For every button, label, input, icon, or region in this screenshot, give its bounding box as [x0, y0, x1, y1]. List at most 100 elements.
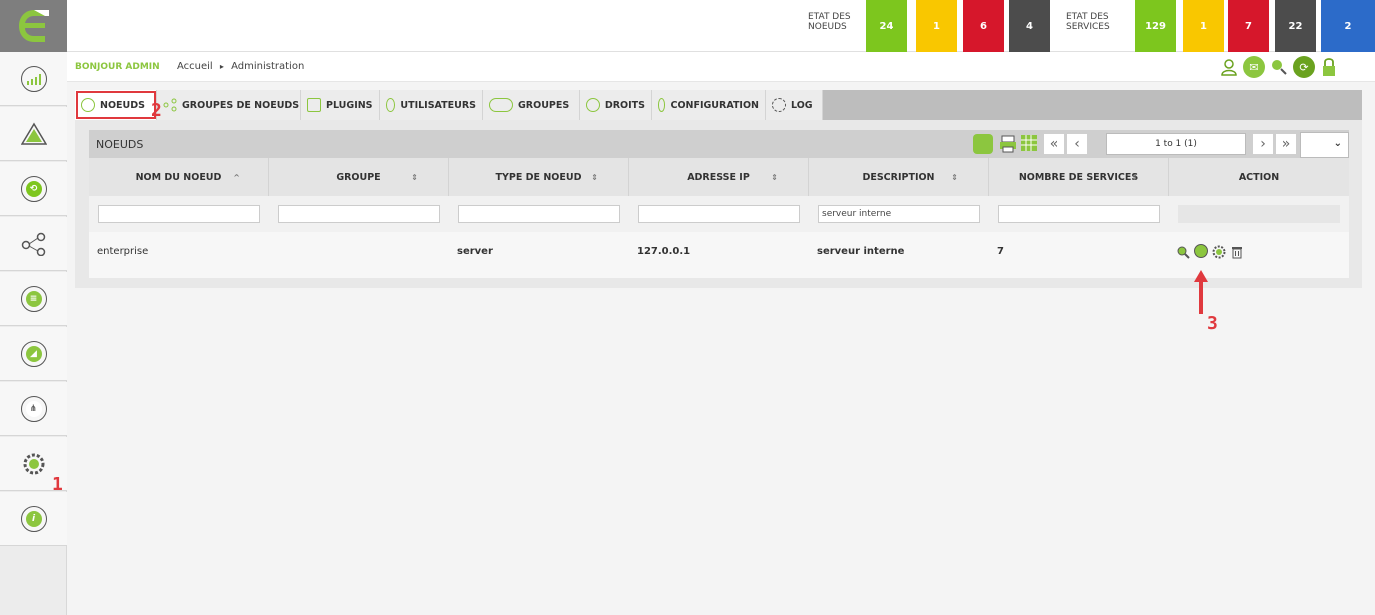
filter-ip-input[interactable] — [638, 205, 800, 223]
user-profile-icon[interactable] — [1218, 56, 1240, 78]
sidebar-item-network[interactable] — [0, 217, 67, 271]
chevron-down-icon: ⌄ — [1333, 138, 1342, 149]
node-settings-icon[interactable] — [1212, 244, 1226, 259]
mail-icon[interactable]: ✉ — [1243, 56, 1265, 78]
log-icon — [772, 98, 786, 112]
column-header-group[interactable]: GROUPE ⇕ — [269, 158, 449, 196]
nodes-panel: NOEUDS « ‹ 1 to 1 (1) › » ⌄ NOM DU NOEUD… — [75, 120, 1362, 288]
services-ok-count[interactable]: 129 — [1135, 0, 1176, 52]
services-warning-count[interactable]: 1 — [1183, 0, 1224, 52]
sidebar-item-alerts[interactable] — [0, 107, 67, 161]
search-icon[interactable] — [1268, 56, 1290, 78]
print-icon[interactable] — [998, 134, 1018, 154]
breadcrumb-home[interactable]: Accueil — [177, 61, 213, 72]
column-header-description[interactable]: DESCRIPTION ⇕ — [809, 158, 989, 196]
nodes-ok-count[interactable]: 24 — [866, 0, 907, 52]
tab-log[interactable]: LOG — [766, 90, 823, 120]
tab-groupes-de-noeuds[interactable]: GROUPES DE NOEUDS — [157, 90, 301, 120]
node-icon — [81, 98, 95, 112]
table-title: NOEUDS — [96, 138, 144, 151]
first-page-icon[interactable]: « — [1044, 134, 1064, 154]
tab-utilisateurs[interactable]: UTILISATEURS — [380, 90, 483, 120]
info-icon: i — [20, 505, 47, 532]
report-icon: ≡ — [20, 285, 47, 312]
prev-page-icon[interactable]: ‹ — [1067, 134, 1087, 154]
breadcrumb: Accueil ▸ Administration — [177, 61, 304, 72]
history-icon: ⟲ — [20, 175, 47, 202]
cell-name: enterprise — [97, 246, 149, 257]
filter-row: serveur interne — [89, 196, 1349, 232]
filter-type-input[interactable] — [458, 205, 620, 223]
cell-ip: 127.0.0.1 — [637, 246, 691, 257]
sidebar-item-reports[interactable]: ≡ — [0, 272, 67, 326]
column-header-name[interactable]: NOM DU NOEUD ^ — [89, 158, 269, 196]
edit-node-icon[interactable] — [1194, 244, 1208, 258]
view-node-icon[interactable] — [1176, 244, 1190, 259]
services-pending-count[interactable]: 2 — [1321, 0, 1375, 52]
services-critical-count[interactable]: 7 — [1228, 0, 1269, 52]
sidebar-item-info[interactable]: i — [0, 492, 67, 546]
tab-groupes[interactable]: GROUPES — [483, 90, 580, 120]
next-page-icon[interactable]: › — [1253, 134, 1273, 154]
services-unknown-count[interactable]: 22 — [1275, 0, 1316, 52]
logo-icon — [18, 10, 49, 42]
dashboard-icon — [20, 65, 47, 92]
nodes-unknown-count[interactable]: 4 — [1009, 0, 1050, 52]
delete-node-icon[interactable] — [1230, 244, 1244, 259]
plugin-icon — [307, 98, 321, 112]
table-row[interactable]: enterprise server 127.0.0.1 serveur inte… — [89, 232, 1349, 278]
sidebar-item-dashboard[interactable] — [0, 52, 67, 106]
topology-icon: ⋔ — [20, 395, 47, 422]
filter-services-input[interactable] — [998, 205, 1160, 223]
column-header-type[interactable]: TYPE DE NOEUD ⇕ — [449, 158, 629, 196]
columns-icon[interactable] — [1020, 134, 1040, 154]
last-page-icon[interactable]: » — [1276, 134, 1296, 154]
filter-group-input[interactable] — [278, 205, 440, 223]
sort-icon: ⇕ — [591, 173, 598, 182]
breadcrumb-separator: ▸ — [219, 62, 224, 71]
sidebar-item-satellite[interactable]: ◢ — [0, 327, 67, 381]
sidebar-item-topology[interactable]: ⋔ — [0, 382, 67, 436]
lock-icon[interactable] — [1318, 56, 1340, 78]
sort-icon: ⇕ — [411, 173, 418, 182]
left-sidebar: ⟲ ≡ ◢ ⋔ i 1 — [0, 0, 67, 615]
sort-icon: ⇕ — [1131, 173, 1138, 182]
refresh-icon[interactable]: ⟳ — [1293, 56, 1315, 78]
filter-description-input[interactable]: serveur interne — [818, 205, 980, 223]
rows-per-page-select[interactable]: ⌄ — [1300, 132, 1349, 158]
sidebar-item-history[interactable]: ⟲ — [0, 162, 67, 216]
page-indicator[interactable]: 1 to 1 (1) — [1106, 133, 1246, 155]
top-status-bar: ETAT DES NOEUDS 24 1 6 4 ETAT DES SERVIC… — [67, 0, 1375, 52]
tab-plugins[interactable]: PLUGINS — [301, 90, 380, 120]
rights-icon — [586, 98, 600, 112]
column-header-ip[interactable]: ADRESSE IP ⇕ — [629, 158, 809, 196]
column-header-services[interactable]: NOMBRE DE SERVICES ⇕ — [989, 158, 1169, 196]
tab-configuration[interactable]: CONFIGURATION — [652, 90, 766, 120]
filter-name-input[interactable] — [98, 205, 260, 223]
column-header-action: ACTION — [1169, 158, 1349, 196]
nodes-critical-count[interactable]: 6 — [963, 0, 1004, 52]
cell-services: 7 — [997, 246, 1004, 257]
annotation-marker-3: 3 — [1207, 313, 1218, 334]
tab-noeuds[interactable]: NOEUDS — [75, 90, 157, 120]
network-icon — [21, 232, 45, 256]
user-icon — [386, 98, 396, 112]
nodes-status-label: ETAT DES NOEUDS — [808, 12, 851, 32]
services-status-label: ETAT DES SERVICES — [1066, 12, 1110, 32]
sort-icon: ⇕ — [951, 173, 958, 182]
annotation-arrow — [1194, 270, 1208, 314]
nodes-warning-count[interactable]: 1 — [916, 0, 957, 52]
sort-icon: ⇕ — [771, 173, 778, 182]
annotation-marker-1: 1 — [52, 474, 63, 495]
cell-description: serveur interne — [817, 246, 905, 257]
sort-asc-icon: ^ — [233, 173, 240, 182]
greeting: BONJOUR ADMIN — [75, 62, 160, 72]
add-node-icon[interactable] — [973, 134, 993, 154]
breadcrumb-current: Administration — [231, 61, 305, 72]
group-icon — [489, 98, 513, 112]
app-logo[interactable] — [0, 0, 67, 52]
tab-droits[interactable]: DROITS — [580, 90, 652, 120]
table-toolbar: NOEUDS « ‹ 1 to 1 (1) › » ⌄ — [89, 130, 1349, 158]
admin-tab-bar: NOEUDS GROUPES DE NOEUDS PLUGINS UTILISA… — [75, 90, 1362, 121]
location-icon — [658, 98, 666, 112]
